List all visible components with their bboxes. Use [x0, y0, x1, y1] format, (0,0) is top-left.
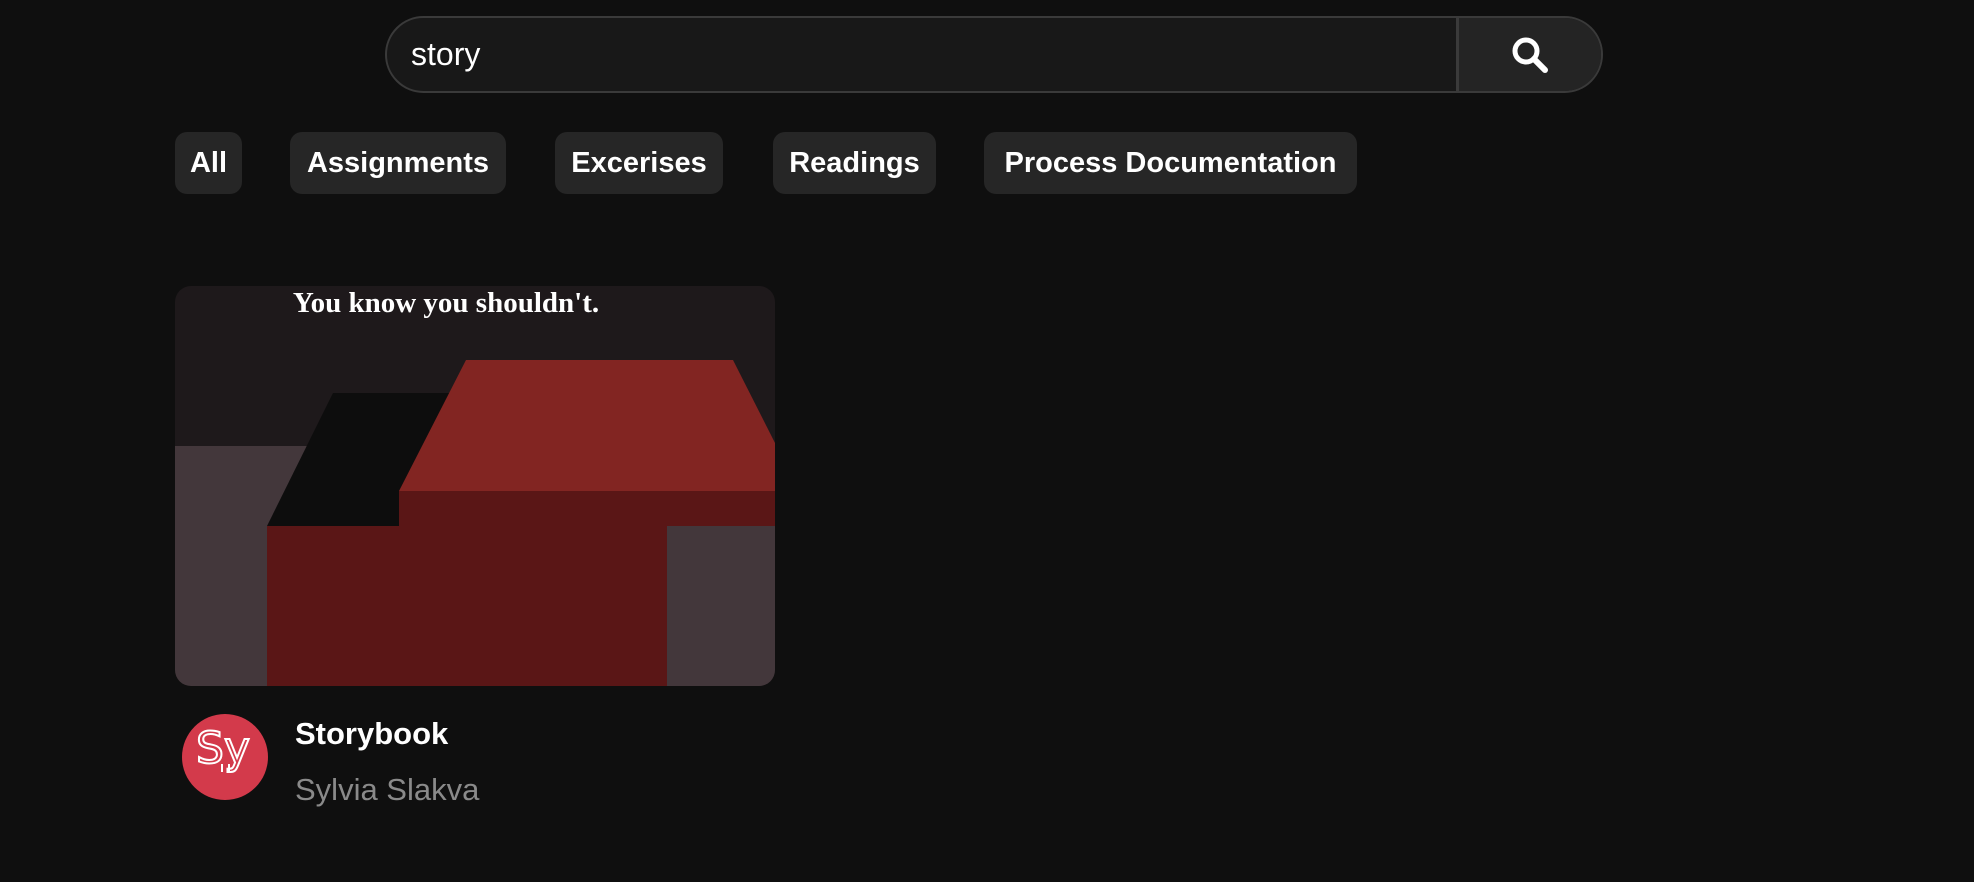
search-input[interactable] — [387, 18, 1456, 91]
filter-chip-assignments[interactable]: Assignments — [290, 132, 506, 194]
page: All Assignments Excerises Readings Proce… — [0, 0, 1974, 882]
search-icon — [1512, 37, 1548, 73]
search-button[interactable] — [1456, 18, 1601, 91]
search-bar — [385, 16, 1603, 93]
filter-chip-readings[interactable]: Readings — [773, 132, 936, 194]
filter-chip-all[interactable]: All — [175, 132, 242, 194]
card-author[interactable]: Sylvia Slakva — [295, 772, 479, 808]
avatar-sy-logo: Sy — [195, 722, 251, 775]
card-title[interactable]: Storybook — [295, 716, 448, 752]
filter-chip-exercises[interactable]: Excerises — [555, 132, 723, 194]
thumbnail-caption: You know you shouldn't. — [293, 287, 599, 319]
result-card[interactable]: You know you shouldn't. Sy Storybook Syl… — [175, 286, 775, 807]
avatar[interactable]: Sy — [182, 714, 268, 800]
filter-chip-process-documentation[interactable]: Process Documentation — [984, 132, 1357, 194]
card-thumbnail[interactable]: You know you shouldn't. — [175, 286, 775, 686]
